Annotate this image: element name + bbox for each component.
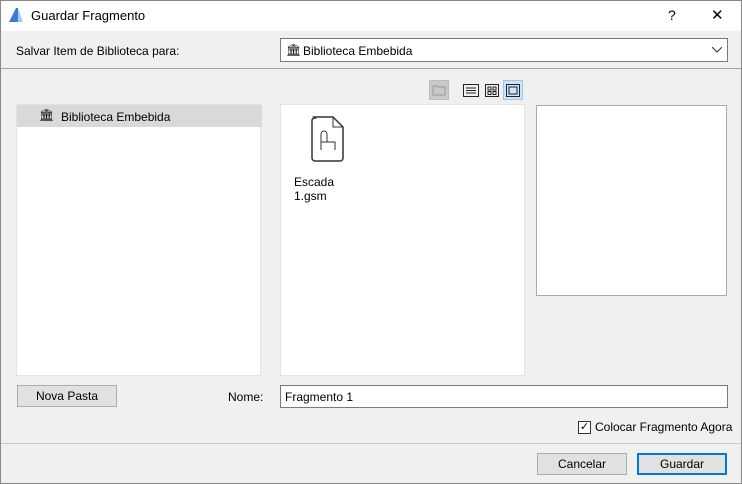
file-name: Escada 1.gsm <box>294 175 335 203</box>
preview-view-button[interactable] <box>503 80 523 100</box>
preview-pane <box>536 105 727 296</box>
library-icon: 🏛 <box>286 43 302 57</box>
cancel-button[interactable]: Cancelar <box>537 453 627 475</box>
save-to-dropdown[interactable]: 🏛 Biblioteca Embebida <box>280 38 728 62</box>
list-view-icon <box>463 83 479 97</box>
save-button[interactable]: Guardar <box>637 453 727 475</box>
place-now-label: Colocar Fragmento Agora <box>595 420 733 434</box>
save-to-label: Salvar Item de Biblioteca para: <box>16 44 180 58</box>
window-title: Guardar Fragmento <box>31 8 146 23</box>
library-icon: 🏛 <box>39 108 55 122</box>
close-button[interactable]: ✕ <box>711 6 724 24</box>
file-browser[interactable]: Escada 1.gsm <box>280 104 525 376</box>
grid-view-icon <box>485 83 499 97</box>
gsm-file-icon <box>311 116 344 162</box>
help-button[interactable]: ? <box>668 7 676 23</box>
tree-item-label: Biblioteca Embebida <box>61 110 171 124</box>
divider <box>0 443 742 444</box>
name-input[interactable] <box>280 385 728 408</box>
folder-tree[interactable]: 🏛 Biblioteca Embebida <box>16 104 262 376</box>
tree-item-embedded-library[interactable]: 🏛 Biblioteca Embebida <box>17 105 262 127</box>
folder-up-button[interactable] <box>429 80 449 100</box>
list-view-button[interactable] <box>461 80 481 100</box>
checkbox-checked-icon[interactable]: ✓ <box>578 420 591 434</box>
new-folder-button[interactable]: Nova Pasta <box>17 385 117 407</box>
place-now-checkbox[interactable]: ✓ Colocar Fragmento Agora <box>578 420 732 434</box>
divider <box>0 68 742 69</box>
title-bar: Guardar Fragmento ? ✕ <box>0 0 742 31</box>
chevron-down-icon <box>712 47 722 53</box>
name-label: Nome: <box>228 390 264 404</box>
preview-view-icon <box>506 83 520 97</box>
file-item[interactable]: Escada 1.gsm <box>286 113 366 203</box>
save-to-value: Biblioteca Embebida <box>303 44 413 58</box>
grid-view-button[interactable] <box>482 80 502 100</box>
folder-up-icon <box>432 85 446 96</box>
app-logo-icon <box>9 8 23 22</box>
